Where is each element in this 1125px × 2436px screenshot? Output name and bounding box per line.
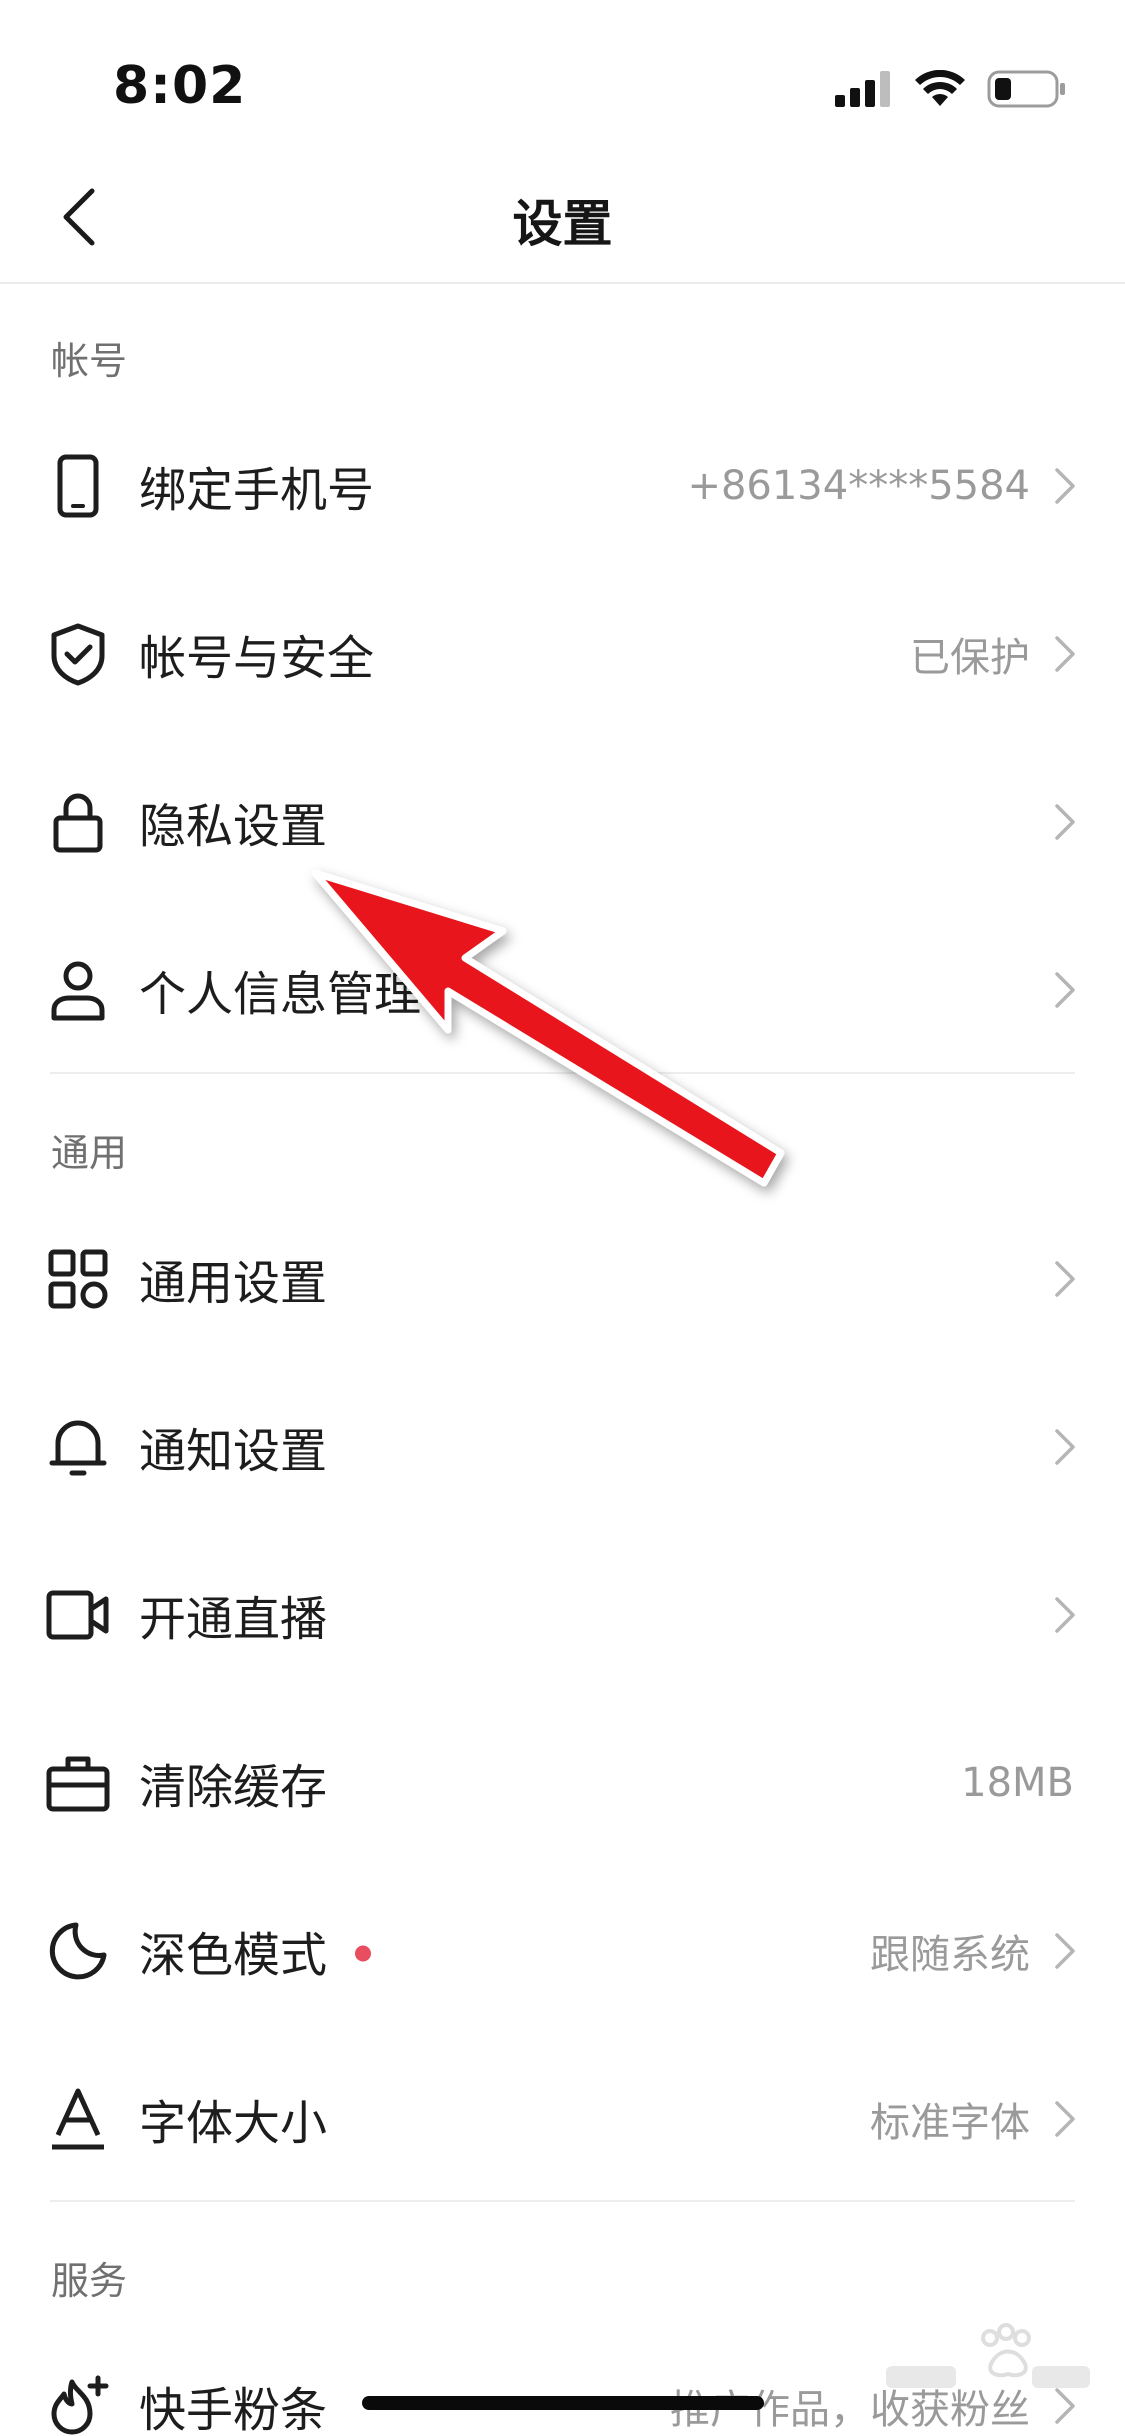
- settings-row-privacy[interactable]: 隐私设置: [0, 738, 1125, 906]
- row-label: 清除缓存: [139, 1760, 327, 1816]
- chevron-right-icon: [1055, 1597, 1075, 1633]
- row-value: 跟随系统: [870, 1932, 1030, 1978]
- row-label: 快手粉条: [139, 2383, 327, 2436]
- row-label: 开通直播: [139, 1592, 327, 1648]
- page-title: 设置: [512, 195, 613, 253]
- row-label: 帐号与安全: [139, 631, 374, 687]
- settings-row-account-security[interactable]: 帐号与安全 已保护: [0, 570, 1125, 738]
- row-label: 绑定手机号: [139, 463, 374, 519]
- row-label: 深色模式: [139, 1917, 371, 1986]
- row-label: 个人信息管理: [139, 967, 421, 1023]
- row-label-text: 深色模式: [139, 1928, 327, 1984]
- settings-row-dark-mode[interactable]: 深色模式 跟随系统: [0, 1867, 1125, 2035]
- status-bar: 8:02: [0, 0, 1125, 150]
- shield-check-icon: [44, 620, 112, 688]
- section-header-general: 通用: [51, 1131, 128, 1175]
- toolbox-icon: [44, 1749, 112, 1817]
- moon-icon: [44, 1917, 112, 1985]
- settings-row-bind-phone[interactable]: 绑定手机号 +86134****5584: [0, 402, 1125, 570]
- status-time: 8:02: [113, 56, 247, 116]
- settings-row-personal-info[interactable]: 个人信息管理: [0, 906, 1125, 1074]
- row-label: 通知设置: [139, 1424, 327, 1480]
- row-value: 标准字体: [870, 2100, 1030, 2146]
- section-header-services: 服务: [51, 2259, 128, 2303]
- baidu-watermark-icon: [886, 2323, 1090, 2388]
- wifi-icon: [915, 70, 965, 106]
- settings-row-font-size[interactable]: 字体大小 标准字体: [0, 2035, 1125, 2203]
- bell-icon: [44, 1413, 112, 1481]
- settings-row-general[interactable]: 通用设置: [0, 1195, 1125, 1363]
- chevron-right-icon: [1055, 636, 1075, 672]
- settings-row-notifications[interactable]: 通知设置: [0, 1363, 1125, 1531]
- settings-row-clear-cache[interactable]: 清除缓存 18MB: [0, 1699, 1125, 1867]
- flame-plus-icon: [44, 2372, 112, 2436]
- section-divider: [50, 2200, 1075, 2202]
- row-label: 字体大小: [139, 2096, 327, 2152]
- grid-icon: [44, 1245, 112, 1313]
- status-icons: [835, 64, 1067, 114]
- phone-icon: [44, 452, 112, 520]
- row-label: 隐私设置: [139, 799, 327, 855]
- row-value: +86134****5584: [687, 463, 1030, 509]
- chevron-right-icon: [1055, 1261, 1075, 1297]
- section-header-account: 帐号: [51, 339, 128, 383]
- home-indicator[interactable]: [362, 2396, 764, 2410]
- font-a-icon: [44, 2085, 112, 2153]
- user-icon: [44, 956, 112, 1024]
- row-value: 已保护: [910, 635, 1030, 681]
- chevron-right-icon: [1055, 1933, 1075, 1969]
- battery-icon: [987, 70, 1065, 108]
- section-divider: [50, 1072, 1075, 1074]
- settings-screen: 8:02 设置 帐号 绑定手机号 +86134****5584 帐号与安全 已保…: [0, 0, 1125, 2436]
- chevron-right-icon: [1055, 2101, 1075, 2137]
- chevron-right-icon: [1055, 804, 1075, 840]
- row-value: 18MB: [961, 1760, 1074, 1806]
- cellular-signal-icon: [835, 71, 890, 107]
- chevron-right-icon: [1055, 972, 1075, 1008]
- new-badge-dot: [355, 1945, 371, 1961]
- chevron-right-icon: [1055, 1429, 1075, 1465]
- navigation-bar: 设置: [0, 150, 1125, 284]
- lock-icon: [44, 788, 112, 856]
- settings-row-live-stream[interactable]: 开通直播: [0, 1531, 1125, 1699]
- chevron-right-icon: [1055, 468, 1075, 504]
- row-label: 通用设置: [139, 1256, 327, 1312]
- video-camera-icon: [44, 1581, 112, 1649]
